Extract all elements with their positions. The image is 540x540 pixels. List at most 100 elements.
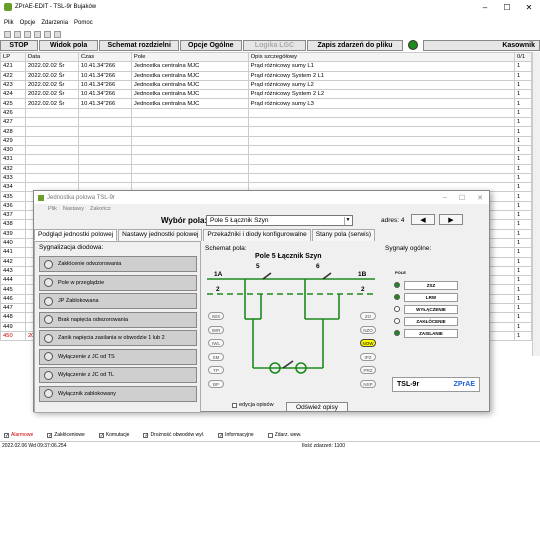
signal-led-icon <box>394 306 400 312</box>
led-indicator: Wyłączenie z JC od TS <box>39 348 197 365</box>
status-pill-iwr: IWR <box>208 325 224 334</box>
filter-circuit[interactable]: ✓ Drożność obwodów wył. <box>143 432 204 438</box>
table-cell: 443 <box>0 265 26 277</box>
filter-bar: ✓ Alarmowe ✓ Zakłóceniowe ✓ Komutacje ✓ Droż… <box>0 430 540 440</box>
col-description[interactable]: Opis szczegółowy <box>247 51 515 63</box>
signal-label: ZSZ <box>404 280 458 290</box>
table-cell: 439 <box>0 228 26 239</box>
reset-button[interactable]: Kasownik <box>422 39 540 51</box>
app-icon <box>4 3 12 11</box>
table-row[interactable]: 421 2022.02.02 Śr 10.41.34"266 Jednostka ce… <box>0 61 533 72</box>
led-indicator: Wyłączenie z JC od TL <box>39 367 197 383</box>
signal-row: LRW <box>389 292 484 302</box>
filter-commutation[interactable]: ✓ Komutacje <box>98 432 129 438</box>
menubar: Plik Opcje Zdarzenia Pomoc <box>0 18 540 28</box>
general-options-button[interactable]: Opcje Ogólne <box>179 39 242 51</box>
table-row[interactable]: 432 1 <box>0 163 533 174</box>
signal-led-icon <box>394 318 400 324</box>
table-cell: 1 <box>513 330 533 342</box>
table-cell: 444 <box>0 275 26 286</box>
dialog-minimize-button[interactable]: – <box>443 194 447 202</box>
close-button[interactable]: ✕ <box>518 0 540 14</box>
table-cell: 1 <box>513 79 533 91</box>
led-indicator: Zanik napięcia zasilania w obwodzie 1 lu… <box>39 330 197 346</box>
table-cell: 10.41.34"266 <box>77 79 132 91</box>
field-view-button[interactable]: Widok pola <box>38 39 99 51</box>
table-cell: 2022.02.02 Śr <box>24 70 79 81</box>
table-row[interactable]: 429 1 <box>0 135 533 146</box>
signal-row: WYŁĄCZENIE <box>389 304 484 314</box>
open-icon[interactable] <box>14 30 21 38</box>
field-select[interactable]: Pole 5 Łącznik Szyn ▼ <box>206 215 353 226</box>
print-icon[interactable] <box>54 30 61 38</box>
table-cell: 426 <box>0 107 26 119</box>
menu-plik[interactable]: Plik <box>4 20 14 26</box>
col-time[interactable]: Czas <box>77 51 132 63</box>
table-row[interactable]: 422 2022.02.02 Śr 10.41.34"266 Jednostka ce… <box>0 70 533 81</box>
col-field[interactable]: Pole <box>130 51 249 63</box>
save-events-button[interactable]: Zapis zdarzeń do pliku <box>307 39 403 51</box>
menu-zdarzenia[interactable]: Zdarzenia <box>41 20 68 26</box>
tab-settings[interactable]: Nastawy jednostki polowej <box>118 229 203 241</box>
dialog-menu-zakoncz[interactable]: Zakończ <box>90 206 111 212</box>
table-row[interactable]: 424 2022.02.02 Śr 10.41.34"266 Jednostka ce… <box>0 89 533 100</box>
table-cell: 434 <box>0 182 26 193</box>
col-lp[interactable]: LP <box>0 51 26 63</box>
table-cell: 2022.02.02 Śr <box>24 61 79 72</box>
stop-button[interactable]: STOP <box>0 39 38 51</box>
led-icon <box>44 259 53 269</box>
filter-alarm[interactable]: ✓ Alarmowe <box>4 432 33 438</box>
table-row[interactable]: 426 1 <box>0 107 533 119</box>
copy-icon[interactable] <box>34 30 41 38</box>
filter-internal[interactable]: Zdarz. wew. <box>267 432 301 438</box>
table-row[interactable]: 427 1 <box>0 117 533 128</box>
table-row[interactable]: 425 2022.02.02 Śr 10.41.34"266 Jednostka ce… <box>0 98 533 109</box>
table-row[interactable]: 428 1 <box>0 126 533 137</box>
led-label: Brak napięcia odwzorowania <box>58 316 129 323</box>
table-cell: 1 <box>513 228 533 239</box>
page-icon[interactable] <box>44 30 51 38</box>
menu-pomoc[interactable]: Pomoc <box>74 20 93 26</box>
led-panel: Sygnalizacja diodowa: Zakłócenie odwzoro… <box>34 241 201 413</box>
maximize-button[interactable]: ☐ <box>496 0 518 14</box>
filter-info[interactable]: ✓ Informacyjne <box>218 432 254 438</box>
save-icon[interactable] <box>24 30 31 38</box>
table-cell <box>24 117 79 128</box>
table-cell: 1 <box>513 256 533 267</box>
edit-descriptions-checkbox[interactable]: edycja opisów <box>232 402 274 408</box>
table-row[interactable]: 430 1 <box>0 144 533 156</box>
dialog-close-button[interactable]: ✕ <box>477 194 483 202</box>
dialog-menu-nastawy[interactable]: Nastawy <box>63 206 84 212</box>
table-cell: 425 <box>0 98 26 109</box>
table-scrollbar[interactable] <box>532 52 540 356</box>
table-cell: 1 <box>513 154 533 165</box>
table-cell: 1 <box>513 89 533 100</box>
dialog-menu-plik[interactable]: Plik <box>48 206 57 212</box>
refresh-descriptions-button[interactable]: Odśwież opisy <box>286 402 348 412</box>
tab-preview[interactable]: Podgląd jednostki polowej <box>34 229 118 241</box>
prev-field-button[interactable]: ◀ <box>411 214 435 225</box>
table-cell <box>247 154 515 165</box>
tab-relays[interactable]: Przekaźniki i diody konfigurowalne <box>203 229 311 241</box>
led-icon <box>44 296 53 306</box>
status-pill-nsp: NSP <box>360 379 376 388</box>
col-state[interactable]: 0/1 <box>513 51 533 63</box>
led-label: Wyłącznik zablokowany <box>58 390 117 397</box>
next-field-button[interactable]: ▶ <box>439 214 463 225</box>
table-row[interactable]: 433 1 <box>0 172 533 184</box>
table-row[interactable]: 423 2022.02.02 Śr 10.41.34"266 Jednostka ce… <box>0 79 533 91</box>
col-date[interactable]: Data <box>24 51 79 63</box>
table-cell: 1 <box>513 191 533 202</box>
table-cell: 432 <box>0 163 26 174</box>
switchgear-schema-button[interactable]: Schemat rozdzielni <box>99 39 179 51</box>
table-row[interactable]: 431 1 <box>0 154 533 165</box>
filter-disturbance[interactable]: ✓ Zakłóceniowe <box>47 432 85 438</box>
lgc-logic-button[interactable]: Logika LGC <box>242 39 307 51</box>
delete-icon[interactable] <box>4 30 11 38</box>
menu-opcje[interactable]: Opcje <box>20 20 36 26</box>
table-cell: 449 <box>0 321 26 332</box>
dialog-maximize-button[interactable]: ☐ <box>459 194 465 202</box>
minimize-button[interactable]: – <box>474 0 496 14</box>
signal-row: ZASILANIE <box>389 328 484 338</box>
tab-field-states[interactable]: Stany pola (serwis) <box>311 229 376 241</box>
